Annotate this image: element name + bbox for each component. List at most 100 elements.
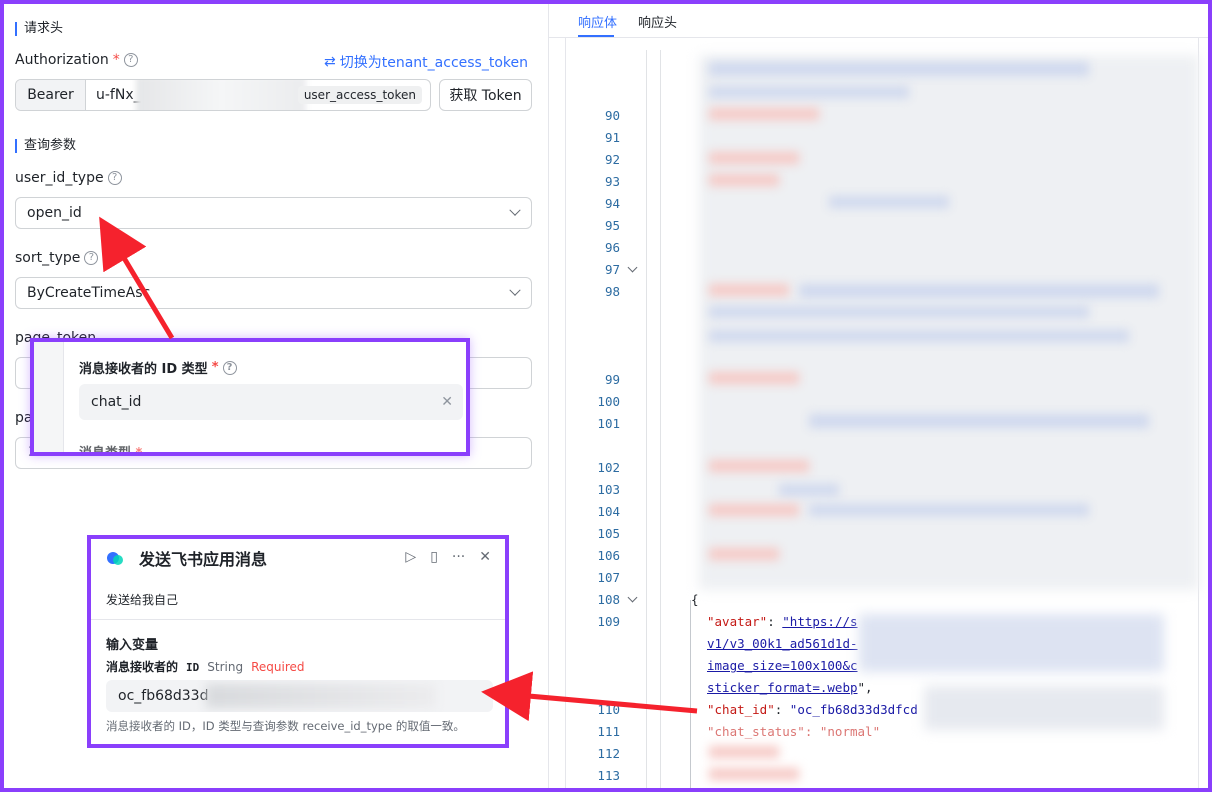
code-redaction <box>709 284 789 296</box>
code-redaction <box>779 484 839 496</box>
chevron-down-icon <box>509 284 521 296</box>
line-number: 110 <box>597 702 620 717</box>
receive-id-type-label: 消息接收者的 ID 类型 * ? <box>79 358 237 377</box>
feishu-logo-icon <box>106 550 124 566</box>
receive-id-type-select[interactable]: chat_id ✕ <box>79 384 463 420</box>
line-number: 96 <box>604 240 620 255</box>
line-number: 105 <box>597 526 620 541</box>
code-line-chat-id: "chat_id": "oc_fb68d33d3dfcd <box>707 702 918 717</box>
sort-type-select[interactable]: ByCreateTimeAsc <box>15 277 532 309</box>
section-title-headers: 请求头 <box>15 22 63 36</box>
line-number: 113 <box>597 768 620 783</box>
indent-guide <box>690 600 691 792</box>
receiver-id-var-label: 消息接收者的 ID String Required <box>106 660 305 674</box>
active-tab-indicator <box>578 35 614 37</box>
receiver-id-hint: 消息接收者的 ID，ID 类型与查询参数 receive_id_type 的取值… <box>106 719 465 733</box>
help-icon[interactable]: ? <box>123 53 138 67</box>
sort-type-label: sort_type ? <box>15 250 99 266</box>
send-panel-header: 发送飞书应用消息 ▷ ▯ ··· ✕ <box>91 539 505 577</box>
code-redaction <box>924 686 1164 730</box>
response-panel: 响应体 响应头 90 91 92 93 94 95 96 97 98 99 100 101 102 103… <box>549 0 1212 792</box>
line-number: 107 <box>597 570 620 585</box>
line-number: 109 <box>597 614 620 629</box>
code-line-avatar-2: v1/v3_00k1_ad561d1d- <box>707 636 858 651</box>
line-number: 100 <box>597 394 620 409</box>
fold-chevron-icon[interactable] <box>627 262 638 273</box>
user-id-type-select[interactable]: open_id <box>15 197 532 229</box>
code-redaction <box>809 414 1149 428</box>
code-redaction <box>709 504 799 516</box>
switch-token-link[interactable]: ⇄ 切换为tenant_access_token <box>324 52 528 72</box>
line-number: 112 <box>597 746 620 761</box>
code-redaction <box>709 86 909 98</box>
line-number: 93 <box>604 174 620 189</box>
help-icon[interactable]: ? <box>84 251 99 265</box>
line-number: 95 <box>604 218 620 233</box>
code-redaction <box>709 768 799 780</box>
value-redaction <box>206 684 436 708</box>
required-star: * <box>135 446 143 456</box>
authorization-input[interactable]: Bearer u-fNx_ user_access_token <box>15 79 431 111</box>
code-redaction <box>829 196 949 208</box>
code-redaction <box>709 460 809 472</box>
line-number: 91 <box>604 130 620 145</box>
code-line-brace: { <box>691 592 699 607</box>
code-redaction <box>709 62 1089 76</box>
get-token-button[interactable]: 获取 Token <box>439 79 532 111</box>
code-redaction <box>859 614 1164 672</box>
line-number: 92 <box>604 152 620 167</box>
code-line-avatar: "avatar": "https://s <box>707 614 858 629</box>
more-icon[interactable]: ··· <box>452 549 465 565</box>
clear-icon[interactable]: ✕ <box>441 394 453 410</box>
code-redaction <box>709 306 1089 318</box>
book-icon[interactable]: ▯ <box>430 549 438 565</box>
line-number: 101 <box>597 416 620 431</box>
send-message-panel: 发送飞书应用消息 ▷ ▯ ··· ✕ 发送给我自己 输入变量 消息接收者的 ID… <box>87 535 509 748</box>
tab-response-body[interactable]: 响应体 <box>578 12 617 31</box>
swap-icon: ⇄ <box>324 54 336 70</box>
bearer-prefix: Bearer <box>16 80 86 110</box>
run-icon[interactable]: ▷ <box>405 549 416 565</box>
code-redaction <box>709 372 799 384</box>
close-icon[interactable]: ✕ <box>479 549 491 565</box>
code-line-avatar-4: sticker_format=.webp", <box>707 680 873 695</box>
receive-id-type-callout: 消息接收者的 ID 类型 * ? chat_id ✕ 消息类型 * <box>30 338 470 456</box>
code-redaction <box>709 108 819 120</box>
chevron-down-icon <box>509 204 521 216</box>
required-star: * <box>211 360 219 375</box>
help-icon[interactable]: ? <box>222 360 237 375</box>
help-icon[interactable]: ? <box>107 171 122 185</box>
code-redaction <box>709 746 779 758</box>
send-panel-toolbar: ▷ ▯ ··· ✕ <box>405 549 491 565</box>
line-number: 111 <box>597 724 620 739</box>
line-number: 97 <box>604 262 620 277</box>
authorization-row: Bearer u-fNx_ user_access_token 获取 Token <box>15 79 532 111</box>
token-type-tag: user_access_token <box>297 86 422 104</box>
line-number: 94 <box>604 196 620 211</box>
required-star: * <box>112 52 120 68</box>
code-redaction <box>709 330 1129 342</box>
code-redaction <box>709 174 779 186</box>
code-border-left <box>565 38 566 792</box>
message-type-label: 消息类型 * <box>79 442 143 456</box>
fold-chevron-icon[interactable] <box>627 592 638 603</box>
input-vars-title: 输入变量 <box>106 638 159 653</box>
code-line-avatar-3: image_size=100x100&c <box>707 658 858 673</box>
code-redaction <box>799 284 1159 298</box>
token-value[interactable]: u-fNx_ user_access_token <box>86 80 430 110</box>
indent-guide <box>646 50 647 792</box>
line-number: 103 <box>597 482 620 497</box>
code-redaction <box>709 152 799 164</box>
user-id-type-label: user_id_type ? <box>15 170 122 186</box>
receiver-id-input[interactable]: oc_fb68d33d <box>106 680 493 712</box>
indent-guide <box>660 50 661 792</box>
line-number: 99 <box>604 372 620 387</box>
code-line-chat-status: "chat_status": "normal" <box>707 724 881 739</box>
line-number: 108 <box>597 592 620 607</box>
line-number: 90 <box>604 108 620 123</box>
tab-response-headers[interactable]: 响应头 <box>638 12 677 31</box>
token-redaction <box>136 80 306 110</box>
line-number: 98 <box>604 284 620 299</box>
send-panel-title: 发送飞书应用消息 <box>139 550 268 569</box>
code-redaction <box>809 504 1089 516</box>
